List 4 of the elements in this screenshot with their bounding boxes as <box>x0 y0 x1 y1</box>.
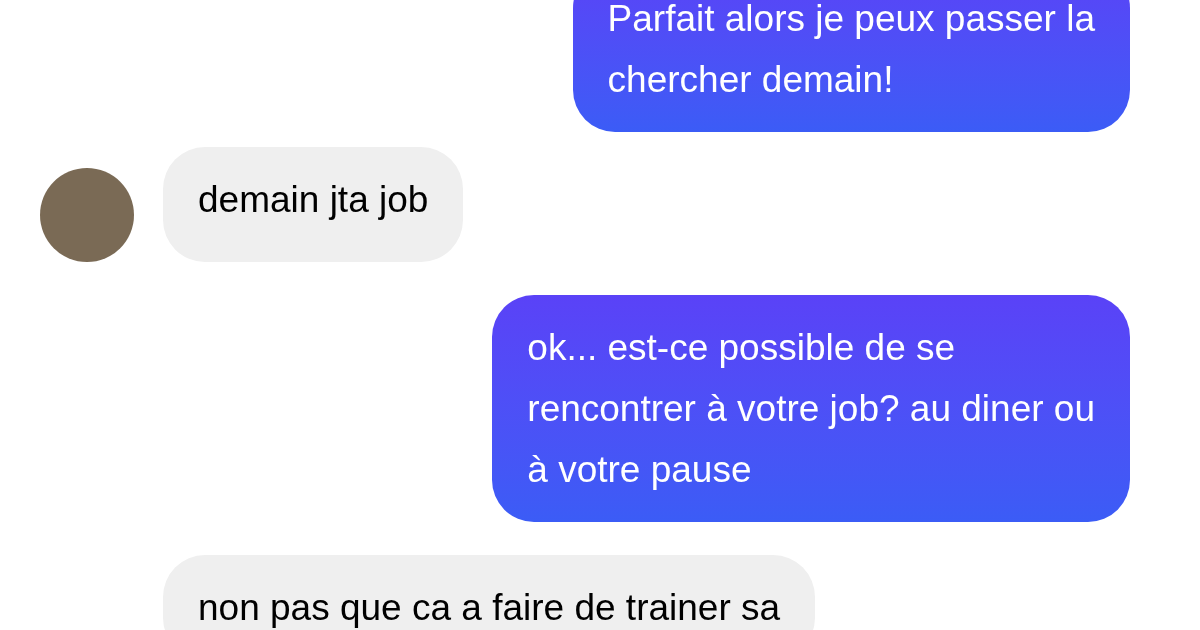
received-message-bubble: non pas que ca a faire de trainer sa <box>163 555 816 630</box>
sent-message-bubble: Parfait alors je peux passer la chercher demain! <box>572 0 1130 132</box>
sent-message-bubble: ok... est-ce possible de se rencontrer à votre job? au diner ou à votre pause <box>492 295 1130 522</box>
received-message-bubble: demain jta job <box>163 147 464 262</box>
